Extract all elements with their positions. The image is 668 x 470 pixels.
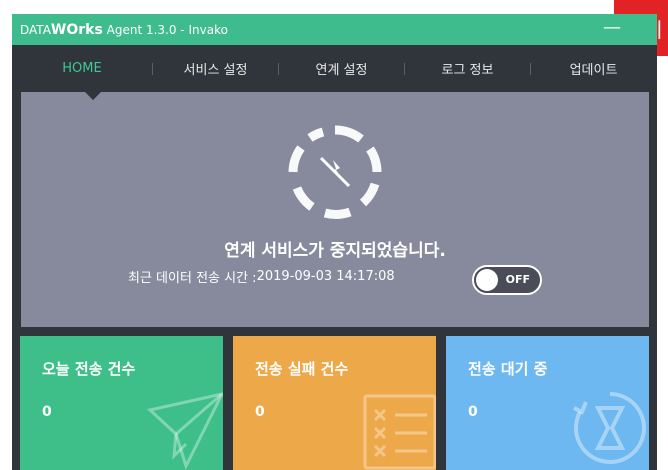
brand-prefix: DATA (20, 22, 51, 37)
tab-log-info[interactable]: 로그 정보 (405, 59, 530, 78)
toggle-label: OFF (505, 273, 530, 286)
status-panel: 연계 서비스가 중지되었습니다. 최근 데이터 전송 시간 : 2019-09-… (21, 92, 649, 327)
paper-plane-icon (146, 392, 223, 470)
card-value: 0 (468, 404, 478, 420)
stopped-service-icon (288, 125, 382, 219)
hourglass-icon (573, 392, 646, 464)
toggle-knob (476, 269, 498, 291)
title-bar: DATAWOrks Agent 1.3.0 - Invako — (12, 14, 657, 45)
active-tab-indicator (85, 92, 101, 100)
card-failed: 전송 실패 건수 0 (233, 336, 436, 470)
last-sent-label: 최근 데이터 전송 시간 : (128, 271, 257, 286)
card-today-sent: 오늘 전송 건수 0 (20, 336, 223, 470)
failed-list-icon (363, 394, 436, 470)
last-sent-time: 2019-09-03 14:17:08 (256, 269, 395, 284)
card-pending: 전송 대기 중 0 (446, 336, 649, 470)
brand-bold: WOrks (50, 21, 103, 38)
app-window: DATAWOrks Agent 1.3.0 - Invako — HOME 서비… (12, 14, 657, 470)
title-rest: Agent 1.3.0 - Invako (102, 22, 228, 37)
service-toggle[interactable]: OFF (472, 265, 542, 295)
card-value: 0 (255, 404, 265, 420)
tab-home[interactable]: HOME (12, 61, 152, 76)
last-sent-info: 최근 데이터 전송 시간 : 2019-09-03 14:17:08 (128, 267, 395, 286)
minimize-button[interactable]: — (603, 18, 621, 38)
tab-update[interactable]: 업데이트 (531, 59, 656, 78)
card-title: 전송 실패 건수 (255, 360, 349, 378)
tab-service-settings[interactable]: 서비스 설정 (153, 59, 278, 78)
card-value: 0 (42, 404, 52, 420)
status-message: 연계 서비스가 중지되었습니다. (224, 241, 446, 261)
card-title: 전송 대기 중 (468, 360, 548, 378)
window-title: DATAWOrks Agent 1.3.0 - Invako (20, 22, 228, 38)
tab-link-settings[interactable]: 연계 설정 (279, 59, 404, 78)
card-title: 오늘 전송 건수 (42, 360, 136, 378)
main-nav: HOME 서비스 설정 연계 설정 로그 정보 업데이트 (12, 45, 657, 92)
